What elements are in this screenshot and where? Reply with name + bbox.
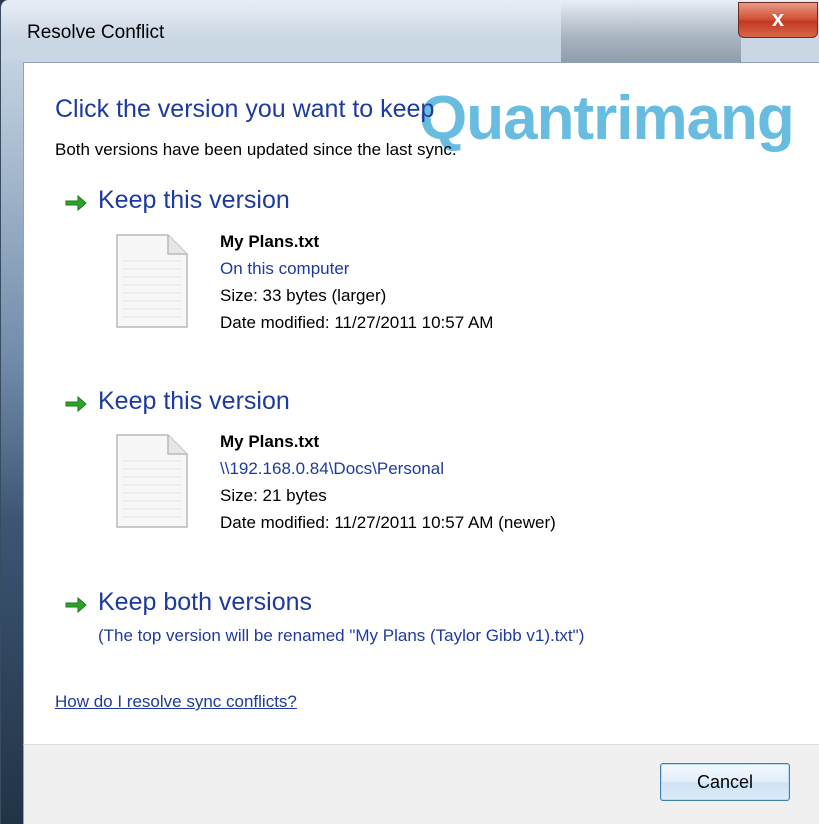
keep-both-versions-option[interactable]: Keep both versions [64,588,384,624]
green-arrow-icon [65,596,87,614]
secondary-instruction: Both versions have been updated since th… [55,140,457,159]
keep-this-version-label: Keep this version [98,387,290,415]
keep-both-versions-label: Keep both versions [98,588,313,616]
file-size: Size: 33 bytes (larger) [220,286,387,305]
watermark-logo: Quantrimang [419,84,795,153]
close-icon: x [771,6,785,31]
keep-this-version-local-option[interactable]: Keep this version [64,186,364,222]
resolve-conflict-dialog: Resolve Conflict x Quantrimang Click the… [0,0,819,824]
file-location: On this computer [220,259,350,278]
rename-note: (The top version will be renamed "My Pla… [98,626,585,645]
keep-this-version-network-option[interactable]: Keep this version [64,387,364,423]
dialog-footer: Cancel [23,744,819,824]
file-date-modified: Date modified: 11/27/2011 10:57 AM (newe… [220,513,556,532]
text-file-icon [116,234,188,328]
close-button[interactable]: x [738,2,818,38]
help-link[interactable]: How do I resolve sync conflicts? [55,692,297,712]
window-frame-left [1,60,23,824]
text-file-icon [116,434,188,528]
green-arrow-icon [65,194,87,212]
green-arrow-icon [65,395,87,413]
title-bar-shade [561,0,741,62]
keep-this-version-label: Keep this version [98,186,290,214]
file-name: My Plans.txt [220,432,320,451]
main-instruction: Click the version you want to keep [55,95,435,123]
file-name: My Plans.txt [220,232,320,251]
file-size: Size: 21 bytes [220,486,327,505]
dialog-content: Quantrimang Click the version you want t… [23,62,819,744]
cancel-button[interactable]: Cancel [660,763,790,801]
title-bar: Resolve Conflict x [1,0,819,62]
file-location: \\192.168.0.84\Docs\Personal [220,459,444,478]
file-date-modified: Date modified: 11/27/2011 10:57 AM [220,313,494,332]
window-title: Resolve Conflict [27,22,165,43]
